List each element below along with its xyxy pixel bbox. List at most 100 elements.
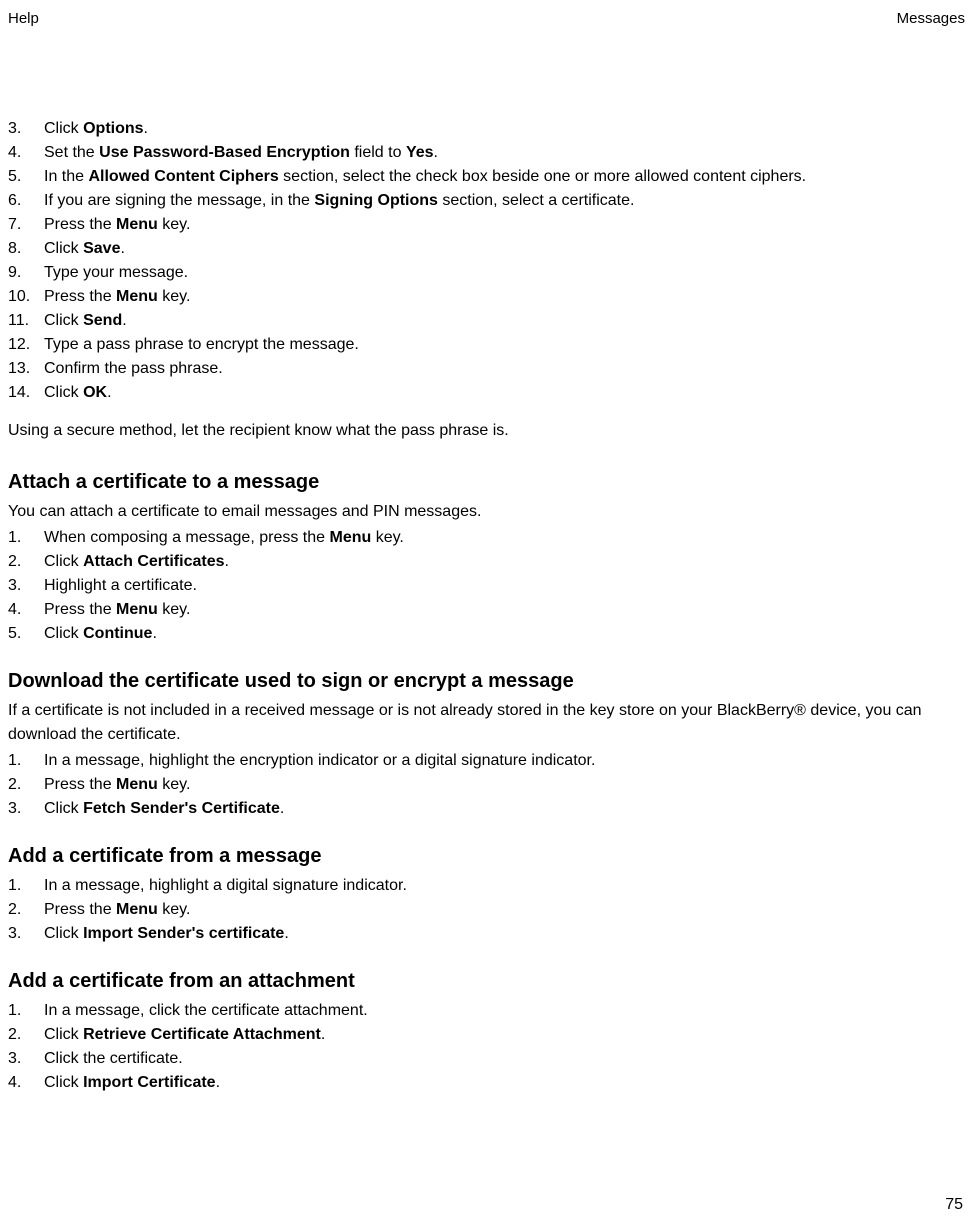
step-text: Click Attach Certificates. [44, 550, 229, 574]
step-text: Click the certificate. [44, 1047, 183, 1071]
step-number: 4. [8, 141, 44, 165]
plain-text: key. [158, 776, 191, 793]
step-text: Click Retrieve Certificate Attachment. [44, 1023, 325, 1047]
heading-add-certificate-message: Add a certificate from a message [8, 845, 965, 868]
bold-text: Import Certificate [83, 1074, 215, 1091]
desc-attach-certificate: You can attach a certificate to email me… [8, 500, 965, 524]
plain-text: In a message, highlight the encryption i… [44, 752, 595, 769]
bold-text: Options [83, 120, 143, 137]
step-text: In a message, click the certificate atta… [44, 999, 368, 1023]
step-number: 13. [8, 357, 44, 381]
list-item: 13.Confirm the pass phrase. [8, 357, 965, 381]
bold-text: Use Password-Based Encryption [99, 144, 350, 161]
list-item: 3.Click the certificate. [8, 1047, 965, 1071]
list-item: 2.Click Attach Certificates. [8, 550, 965, 574]
step-text: Press the Menu key. [44, 898, 190, 922]
bold-text: Menu [116, 288, 158, 305]
list-item: 9.Type your message. [8, 261, 965, 285]
bold-text: Allowed Content Ciphers [88, 168, 278, 185]
list-item: 1.In a message, highlight a digital sign… [8, 874, 965, 898]
list-item: 5.In the Allowed Content Ciphers section… [8, 165, 965, 189]
step-number: 9. [8, 261, 44, 285]
bold-text: Signing Options [314, 192, 438, 209]
plain-text: Click [44, 625, 83, 642]
plain-text: Highlight a certificate. [44, 577, 197, 594]
list-item: 2.Press the Menu key. [8, 773, 965, 797]
step-number: 10. [8, 285, 44, 309]
steps-list-2: 1.When composing a message, press the Me… [8, 526, 965, 646]
step-text: In a message, highlight a digital signat… [44, 874, 407, 898]
list-item: 14.Click OK. [8, 381, 965, 405]
plain-text: Click [44, 120, 83, 137]
list-item: 11.Click Send. [8, 309, 965, 333]
bold-text: Fetch Sender's Certificate [83, 800, 280, 817]
list-item: 2.Press the Menu key. [8, 898, 965, 922]
plain-text: In a message, click the certificate atta… [44, 1002, 368, 1019]
plain-text: In the [44, 168, 88, 185]
step-number: 11. [8, 309, 44, 333]
heading-add-certificate-attachment: Add a certificate from an attachment [8, 970, 965, 993]
step-number: 8. [8, 237, 44, 261]
plain-text: key. [158, 216, 191, 233]
plain-text: . [120, 240, 124, 257]
steps-list-4: 1.In a message, highlight a digital sign… [8, 874, 965, 946]
list-item: 5.Click Continue. [8, 622, 965, 646]
plain-text: Press the [44, 776, 116, 793]
plain-text: section, select a certificate. [438, 192, 635, 209]
plain-text: . [216, 1074, 220, 1091]
plain-text: When composing a message, press the [44, 529, 329, 546]
plain-text: Click [44, 925, 83, 942]
plain-text: If you are signing the message, in the [44, 192, 314, 209]
plain-text: key. [158, 901, 191, 918]
step-number: 1. [8, 526, 44, 550]
plain-text: In a message, highlight a digital signat… [44, 877, 407, 894]
list-item: 1.When composing a message, press the Me… [8, 526, 965, 550]
plain-text: key. [158, 601, 191, 618]
section-encrypt-message: 3.Click Options.4.Set the Use Password-B… [8, 117, 965, 443]
plain-text: . [280, 800, 284, 817]
plain-text: key. [158, 288, 191, 305]
plain-text: . [122, 312, 126, 329]
plain-text: Confirm the pass phrase. [44, 360, 223, 377]
step-number: 6. [8, 189, 44, 213]
plain-text: Press the [44, 288, 116, 305]
plain-text: . [107, 384, 111, 401]
bold-text: Import Sender's certificate [83, 925, 284, 942]
step-text: Click Import Sender's certificate. [44, 922, 289, 946]
step-text: Press the Menu key. [44, 285, 190, 309]
page-number: 75 [945, 1196, 963, 1214]
step-number: 3. [8, 1047, 44, 1071]
page-content: 3.Click Options.4.Set the Use Password-B… [8, 117, 965, 1095]
plain-text: Press the [44, 901, 116, 918]
step-number: 5. [8, 165, 44, 189]
bold-text: Menu [116, 901, 158, 918]
step-number: 1. [8, 749, 44, 773]
plain-text: Click [44, 800, 83, 817]
step-number: 12. [8, 333, 44, 357]
plain-text: field to [350, 144, 406, 161]
plain-text: . [144, 120, 148, 137]
step-number: 2. [8, 898, 44, 922]
plain-text: Set the [44, 144, 99, 161]
list-item: 3.Highlight a certificate. [8, 574, 965, 598]
step-text: Press the Menu key. [44, 773, 190, 797]
step-number: 4. [8, 1071, 44, 1095]
bold-text: Menu [116, 601, 158, 618]
bold-text: Menu [116, 776, 158, 793]
step-number: 1. [8, 999, 44, 1023]
step-text: Press the Menu key. [44, 213, 190, 237]
plain-text: Click the certificate. [44, 1050, 183, 1067]
bold-text: Send [83, 312, 122, 329]
list-item: 4.Click Import Certificate. [8, 1071, 965, 1095]
bold-text: Menu [116, 216, 158, 233]
list-item: 3.Click Options. [8, 117, 965, 141]
bold-text: OK [83, 384, 107, 401]
step-number: 2. [8, 773, 44, 797]
steps-list-5: 1.In a message, click the certificate at… [8, 999, 965, 1095]
plain-text: Click [44, 1026, 83, 1043]
bold-text: Save [83, 240, 120, 257]
step-number: 4. [8, 598, 44, 622]
plain-text: . [434, 144, 438, 161]
section-add-certificate-attachment: Add a certificate from an attachment 1.I… [8, 970, 965, 1095]
page-header: Help Messages [8, 10, 965, 27]
